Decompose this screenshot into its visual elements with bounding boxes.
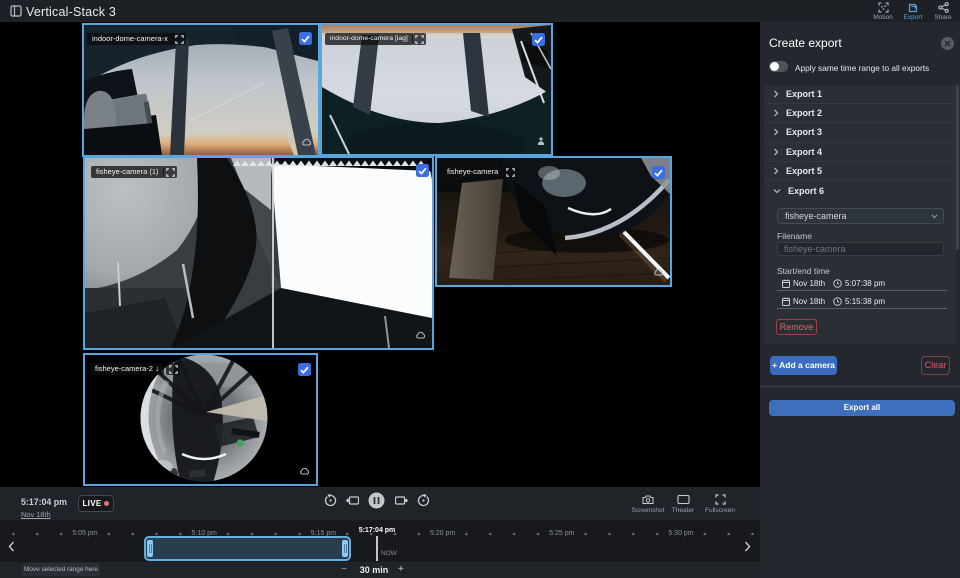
svg-text:5:05 pm: 5:05 pm bbox=[72, 530, 97, 537]
svg-text:5:20 pm: 5:20 pm bbox=[430, 530, 455, 537]
svg-text:5:30 pm: 5:30 pm bbox=[668, 530, 693, 537]
svg-text:5:25 pm: 5:25 pm bbox=[549, 530, 574, 537]
